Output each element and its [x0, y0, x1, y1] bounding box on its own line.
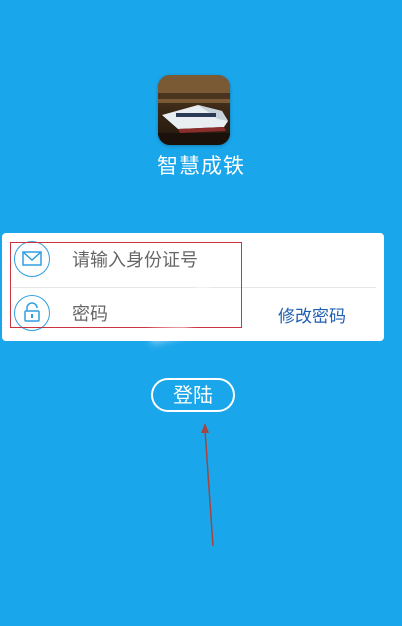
- arrow-annotation: [201, 423, 214, 547]
